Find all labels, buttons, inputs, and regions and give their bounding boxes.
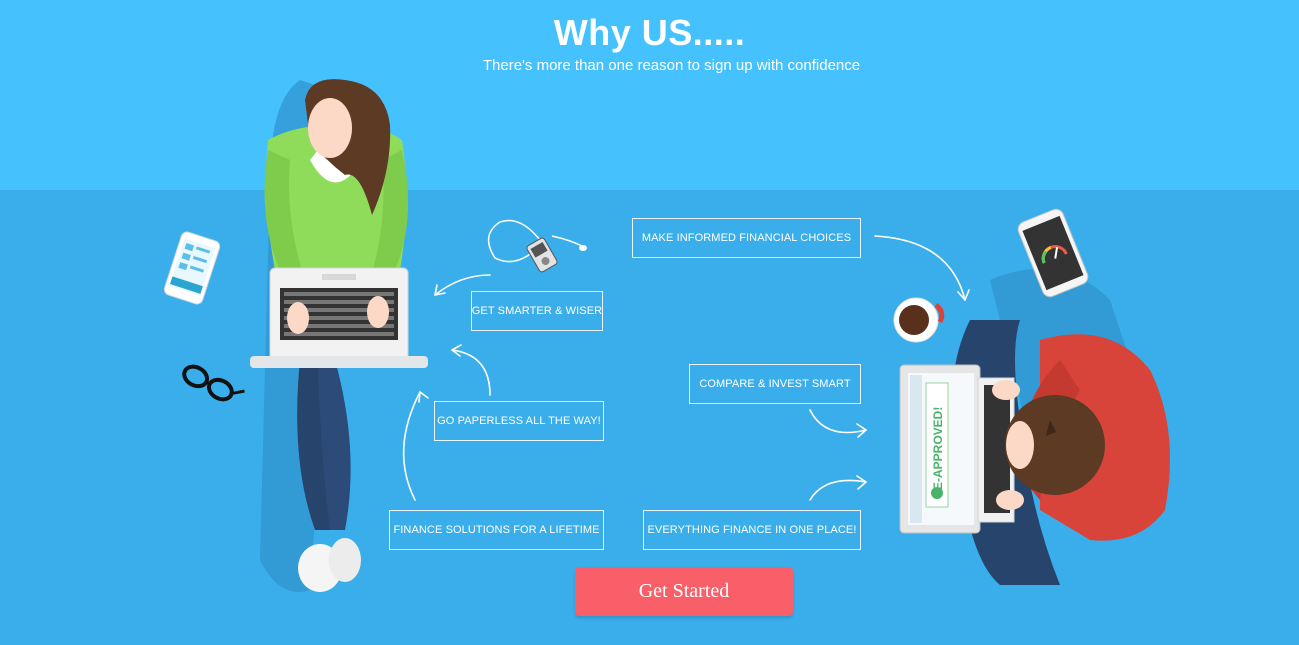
get-started-button[interactable]: Get Started [575, 567, 793, 616]
feature-go-paperless: GO PAPERLESS ALL THE WAY! [434, 401, 604, 441]
feature-finance-solutions-lifetime: FINANCE SOLUTIONS FOR A LIFETIME [389, 510, 604, 550]
mp3-player-icon [487, 219, 587, 273]
feature-everything-finance-one-place: EVERYTHING FINANCE IN ONE PLACE! [643, 510, 861, 550]
feature-compare-invest-smart: COMPARE & INVEST SMART [689, 364, 861, 404]
feature-get-smarter-wiser: GET SMARTER & WISER [471, 291, 603, 331]
laptop-screen-text: E-APPROVED! [931, 407, 945, 490]
glasses-icon [182, 364, 245, 402]
feature-make-informed-financial-choices: MAKE INFORMED FINANCIAL CHOICES [632, 218, 861, 258]
curved-arrow-icon [402, 235, 970, 501]
coffee-cup-icon [893, 297, 945, 343]
smartphone-icon [163, 231, 221, 305]
